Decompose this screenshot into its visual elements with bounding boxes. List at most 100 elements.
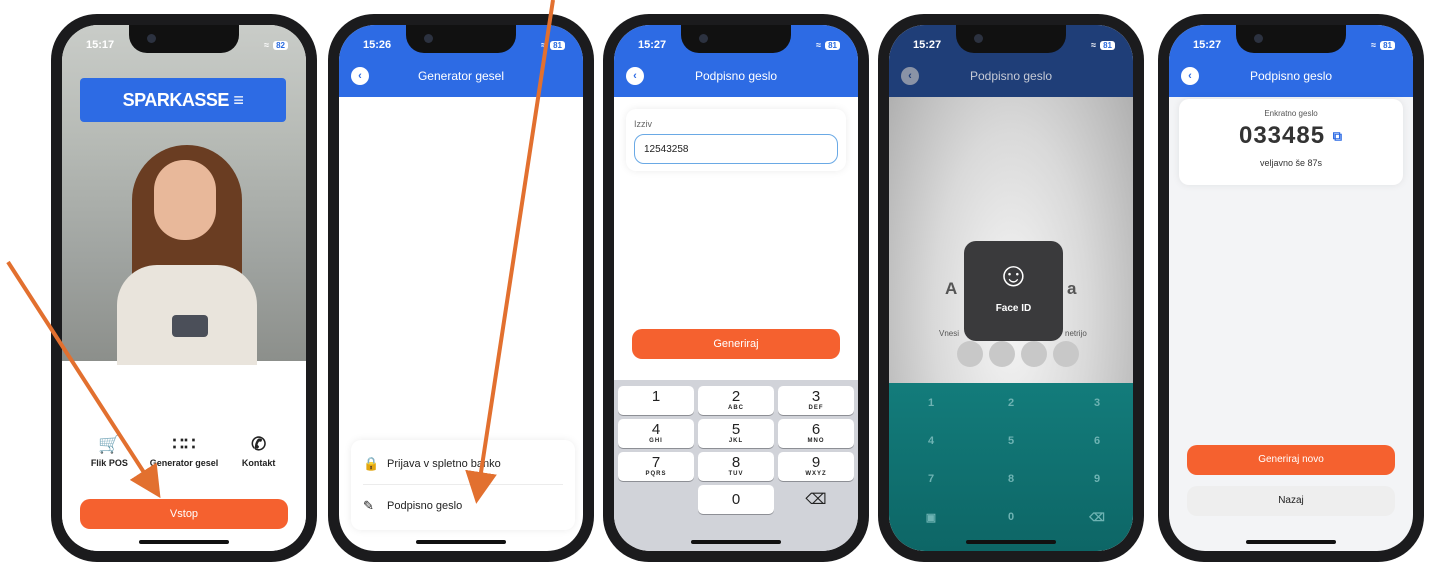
option-online-banking[interactable]: 🔒 Prijava v spletno banko [363, 446, 563, 482]
home-indicator [139, 540, 229, 544]
sparkasse-logo: SPARKASSE ≡ [80, 78, 286, 122]
cart-icon: 🛒 [98, 434, 121, 454]
status-time: 15:27 [913, 39, 942, 51]
challenge-label: Izziv [634, 119, 652, 129]
generate-new-button[interactable]: Generiraj novo [1187, 445, 1395, 475]
key-letters: TUV [728, 471, 744, 477]
key-digit: 3 [811, 388, 821, 405]
pin-key-0[interactable]: 0 [991, 511, 1031, 523]
phone-icon: ✆ [251, 434, 267, 454]
otp-card: Enkratno geslo 033485 ⧉ veljavno še 87s [1179, 99, 1403, 185]
screen-title: Podpisno geslo [969, 69, 1053, 83]
faceid-small-icon[interactable]: ▣ [911, 511, 951, 524]
numeric-keypad: 1 2 ABC 3 DEF 4 GHI 5 JKL 6 MNO 7 PQRS 8 TUV 9W… [614, 380, 858, 551]
faceid-icon: ☺ [996, 256, 1031, 294]
home-indicator [966, 540, 1056, 544]
option-label: Prijava v spletno banko [387, 458, 501, 470]
backspace-icon: ⌫ [805, 491, 827, 508]
faceid-overlay: ☺ Face ID [964, 241, 1063, 341]
status-bar: 15:27 ≈81 [638, 39, 840, 51]
status-bar: 15:27 ≈81 [913, 39, 1115, 51]
wifi-icon: ≈ [1371, 40, 1377, 50]
flik-pos-label: Flik POS [90, 458, 128, 468]
pin-key-8[interactable]: 8 [991, 473, 1031, 485]
battery-icon: 81 [825, 40, 840, 50]
phone-otp-result: ‹ Podpisno geslo 15:27 ≈81 Enkratno gesl… [1158, 14, 1424, 562]
pin-key-9[interactable]: 9 [1077, 473, 1117, 485]
key-digit: 2 [731, 388, 741, 405]
key-5[interactable]: 5 JKL [698, 419, 774, 448]
key-letters: MNO [807, 438, 825, 444]
wifi-icon: ≈ [816, 40, 822, 50]
phone-screen: ‹ Podpisno geslo 15:27 ≈81 Enkratno gesl… [1169, 25, 1413, 551]
kontakt-label: Kontakt [241, 458, 276, 468]
pin-key-1[interactable]: 1 [911, 397, 951, 409]
otp-code: 033485 [1238, 122, 1326, 149]
status-bar: 15:26 ≈81 [363, 39, 565, 51]
key-digit: 6 [811, 421, 821, 438]
hero-photo [62, 25, 306, 365]
copy-icon[interactable]: ⧉ [1333, 129, 1343, 144]
status-time: 15:27 [638, 39, 667, 51]
heading-fragment-right: a [1067, 279, 1077, 298]
kontakt-item[interactable]: ✆ Kontakt [222, 433, 296, 468]
key-letters: PQRS [645, 471, 667, 477]
battery-icon: 81 [1380, 40, 1395, 50]
status-time: 15:26 [363, 39, 392, 51]
battery-icon: 81 [550, 40, 565, 50]
pin-key-5[interactable]: 5 [991, 435, 1031, 447]
phone-generator: ‹ Generator gesel 15:26 ≈81 🔒 Prijava v … [328, 14, 594, 562]
key-4[interactable]: 4 GHI [618, 419, 694, 448]
key-7[interactable]: 7 PQRS [618, 452, 694, 481]
key-8[interactable]: 8 TUV [698, 452, 774, 481]
pin-key-4[interactable]: 4 [911, 435, 951, 447]
generator-gesel-item[interactable]: ∷∷ Generator gesel [147, 433, 221, 468]
otp-validity: veljavno še 87s [1259, 158, 1323, 168]
otp-label: Enkratno geslo [1264, 109, 1318, 118]
key-1[interactable]: 1 [618, 386, 694, 415]
screen-title: Podpisno geslo [694, 69, 778, 83]
key-digit: 0 [731, 491, 741, 508]
phone-screen: ‹ Podpisno geslo 15:27 ≈81 Izziv 1254325… [614, 25, 858, 551]
phone-screen: 15:17 ≈82 SPARKASSE ≡ 🛒 Flik POS ∷∷ Gene… [62, 25, 306, 551]
pin-keypad: 1 2 3 4 5 6 7 8 9 ▣ 0 ⌫ [889, 383, 1133, 551]
key-letters: DEF [808, 405, 824, 411]
battery-icon: 81 [1100, 40, 1115, 50]
key-letters: GHI [649, 438, 663, 444]
key-letters: WXYZ [805, 471, 827, 477]
pin-key-7[interactable]: 7 [911, 473, 951, 485]
phone-faceid: ‹ Podpisno geslo 15:27 ≈81 A a Vnesi net… [878, 14, 1144, 562]
key-digit: 1 [651, 388, 661, 405]
flik-pos-item[interactable]: 🛒 Flik POS [72, 433, 146, 468]
key-3[interactable]: 3 DEF [778, 386, 854, 415]
key-digit: 4 [651, 421, 661, 438]
bottom-panel: 🛒 Flik POS ∷∷ Generator gesel ✆ Kontakt … [62, 415, 306, 551]
key-9[interactable]: 9 WXYZ [778, 452, 854, 481]
delete-key[interactable]: ⌫ [778, 485, 854, 514]
generiraj-button[interactable]: Generiraj [632, 329, 840, 359]
phone-login: 15:17 ≈82 SPARKASSE ≡ 🛒 Flik POS ∷∷ Gene… [51, 14, 317, 562]
key-0[interactable]: 0 [698, 485, 774, 514]
divider [363, 484, 563, 485]
back-nazaj-button[interactable]: Nazaj [1187, 486, 1395, 516]
subtitle-fragment-left: Vnesi [939, 329, 960, 338]
heading-fragment-left: A [945, 279, 958, 298]
key-2[interactable]: 2 ABC [698, 386, 774, 415]
pin-key-2[interactable]: 2 [991, 397, 1031, 409]
quick-actions: 🛒 Flik POS ∷∷ Generator gesel ✆ Kontakt [62, 433, 306, 468]
key-digit: 9 [811, 454, 821, 471]
pin-key-6[interactable]: 6 [1077, 435, 1117, 447]
key-digit: 7 [651, 454, 661, 471]
pin-key-3[interactable]: 3 [1077, 397, 1117, 409]
generator-gesel-label: Generator gesel [149, 458, 219, 468]
status-bar: 15:17 ≈82 [86, 39, 288, 51]
vstop-button[interactable]: Vstop [80, 499, 288, 529]
option-signing-password[interactable]: ✎ Podpisno geslo [363, 488, 563, 524]
home-indicator [1246, 540, 1336, 544]
challenge-input[interactable]: 12543258 [634, 134, 838, 164]
screen-title: Podpisno geslo [1249, 69, 1333, 83]
backspace-icon[interactable]: ⌫ [1077, 511, 1117, 524]
key-6[interactable]: 6 MNO [778, 419, 854, 448]
subtitle-fragment-right: netrijo [1065, 329, 1087, 338]
option-label: Podpisno geslo [387, 500, 463, 512]
